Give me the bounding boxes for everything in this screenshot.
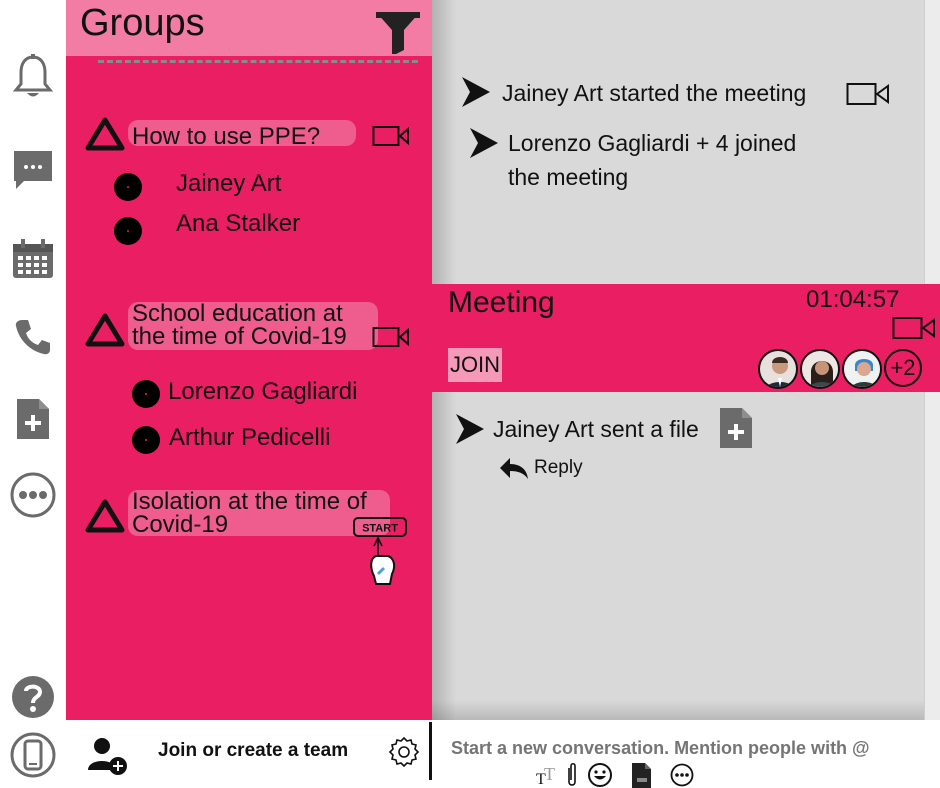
group-title: School education at the time of Covid-19 bbox=[132, 300, 347, 350]
team-actions-bar: Join or create a team bbox=[62, 720, 432, 788]
group-title-line: the time of Covid-19 bbox=[132, 323, 347, 350]
video-camera-icon[interactable] bbox=[372, 125, 410, 147]
groups-title: Groups bbox=[80, 2, 205, 44]
mobile-device-icon[interactable] bbox=[8, 730, 58, 780]
avatar[interactable] bbox=[842, 349, 882, 389]
group-triangle-icon bbox=[85, 499, 125, 533]
arrow-icon bbox=[470, 128, 498, 158]
video-camera-icon[interactable] bbox=[846, 82, 890, 106]
more-icon[interactable] bbox=[8, 470, 58, 520]
member-avatar-dot bbox=[114, 173, 142, 201]
meeting-title: Meeting bbox=[448, 286, 555, 319]
text-format-icon[interactable]: TT bbox=[534, 762, 560, 788]
member-name[interactable]: Jainey Art bbox=[176, 170, 281, 198]
app-rail bbox=[0, 0, 66, 788]
groups-panel: Groups How to use PPE? Jainey Art Ana St… bbox=[66, 0, 698, 720]
svg-text:T: T bbox=[544, 764, 555, 784]
feed-item-line: Lorenzo Gagliardi + 4 joined bbox=[508, 130, 797, 156]
filter-icon[interactable] bbox=[374, 6, 422, 56]
feed-item: Lorenzo Gagliardi + 4 joined the meeting bbox=[508, 126, 796, 194]
reply-button[interactable]: Reply bbox=[498, 456, 583, 480]
gif-icon[interactable] bbox=[629, 762, 655, 788]
group-title: How to use PPE? bbox=[132, 123, 321, 150]
header-divider bbox=[98, 60, 418, 63]
notifications-bell-icon[interactable] bbox=[8, 52, 58, 102]
member-avatar-dot bbox=[114, 217, 142, 245]
start-badge-label: START bbox=[362, 523, 398, 535]
video-camera-icon[interactable] bbox=[892, 316, 936, 340]
emoji-icon[interactable] bbox=[587, 762, 613, 788]
avatar[interactable] bbox=[800, 349, 840, 389]
feed-item-line: the meeting bbox=[508, 164, 629, 190]
start-button[interactable]: START bbox=[352, 516, 408, 588]
join-team-button[interactable]: Join or create a team bbox=[158, 740, 348, 762]
group-title: Isolation at the time of Covid-19 bbox=[132, 488, 367, 538]
group-title-line: Isolation at the time of bbox=[132, 488, 367, 515]
feed-item: Jainey Art started the meeting bbox=[502, 80, 807, 106]
member-name[interactable]: Lorenzo Gagliardi bbox=[168, 378, 357, 406]
arrow-icon bbox=[462, 77, 490, 107]
video-camera-icon[interactable] bbox=[372, 326, 410, 348]
group-title-line: School education at bbox=[132, 300, 343, 327]
file-icon[interactable] bbox=[718, 406, 754, 450]
group-triangle-icon bbox=[85, 117, 125, 151]
member-avatar-dot bbox=[132, 426, 160, 454]
meeting-timer: 01:04:57 bbox=[806, 286, 900, 313]
chat-icon[interactable] bbox=[8, 146, 58, 196]
add-user-icon[interactable] bbox=[86, 734, 130, 778]
join-button[interactable]: JOIN bbox=[448, 348, 502, 382]
reply-label: Reply bbox=[534, 457, 583, 478]
calendar-icon[interactable] bbox=[8, 234, 58, 284]
group-triangle-icon bbox=[85, 313, 125, 347]
feed-item: Jainey Art sent a file bbox=[493, 416, 699, 442]
compose-bar: TT bbox=[432, 720, 940, 788]
member-avatar-dot bbox=[132, 380, 160, 408]
member-name[interactable]: Ana Stalker bbox=[176, 210, 300, 238]
member-name[interactable]: Arthur Pedicelli bbox=[169, 424, 330, 452]
avatar[interactable] bbox=[758, 349, 798, 389]
meeting-banner: Meeting 01:04:57 JOIN +2 bbox=[432, 284, 940, 392]
phone-icon[interactable] bbox=[8, 312, 58, 362]
help-icon[interactable] bbox=[8, 672, 58, 722]
group-title-line: Covid-19 bbox=[132, 511, 229, 538]
more-options-icon[interactable] bbox=[669, 762, 695, 788]
panel-shadow bbox=[432, 700, 924, 720]
arrow-icon bbox=[456, 414, 484, 444]
compose-input[interactable] bbox=[451, 738, 921, 759]
add-file-icon[interactable] bbox=[8, 394, 58, 444]
reply-arrow-icon bbox=[500, 458, 528, 479]
more-participants-badge[interactable]: +2 bbox=[884, 349, 922, 387]
gear-icon[interactable] bbox=[388, 736, 420, 768]
attach-icon[interactable] bbox=[560, 762, 586, 788]
